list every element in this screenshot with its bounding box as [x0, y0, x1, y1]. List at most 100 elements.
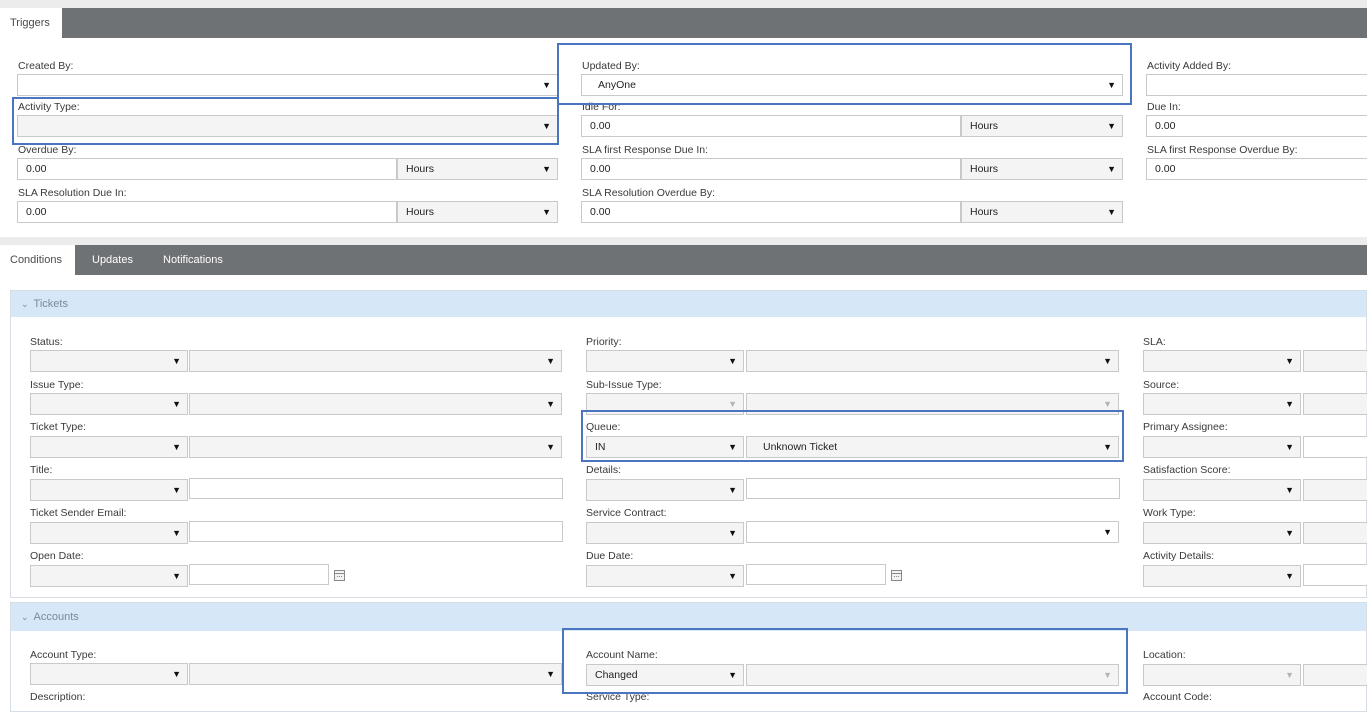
calendar-icon[interactable] [334, 570, 345, 581]
service-contract-value-select[interactable]: ▼ [746, 521, 1119, 543]
due-date-input[interactable] [746, 564, 886, 585]
overdue-by-input[interactable]: 0.00 [17, 158, 397, 180]
primary-assignee-operator-select[interactable]: ▼ [1143, 436, 1301, 458]
location-value-select[interactable] [1303, 664, 1367, 686]
tickets-section-title: Tickets [33, 298, 68, 310]
title-input[interactable] [189, 478, 563, 499]
title-label: Title: [30, 464, 53, 476]
location-label: Location: [1143, 649, 1186, 661]
details-input[interactable] [746, 478, 1120, 499]
priority-value-select[interactable]: ▼ [746, 350, 1119, 372]
sla-first-response-due-in-input[interactable]: 0.00 [581, 158, 961, 180]
ticket-sender-email-input[interactable] [189, 521, 563, 542]
account-type-value-select[interactable]: ▼ [189, 663, 562, 685]
chevron-down-icon: ▼ [728, 356, 737, 366]
open-date-operator-select[interactable]: ▼ [30, 565, 188, 587]
primary-assignee-value-select[interactable] [1303, 436, 1367, 458]
satisfaction-score-value-select[interactable] [1303, 479, 1367, 501]
status-value-select[interactable]: ▼ [189, 350, 562, 372]
chevron-down-icon: ▼ [546, 399, 555, 409]
sla-resolution-due-in-input[interactable]: 0.00 [17, 201, 397, 223]
chevron-down-icon: ▼ [1107, 164, 1116, 174]
due-date-label: Due Date: [586, 550, 634, 562]
chevron-down-icon: ▼ [728, 399, 737, 409]
updated-by-select[interactable]: AnyOne ▼ [581, 74, 1123, 96]
account-type-operator-select[interactable]: ▼ [30, 663, 188, 685]
status-operator-select[interactable]: ▼ [30, 350, 188, 372]
account-type-label: Account Type: [30, 649, 97, 661]
queue-value-select[interactable]: Unknown Ticket ▼ [746, 436, 1119, 458]
activity-type-select[interactable]: ▼ [17, 115, 558, 137]
open-date-input[interactable] [189, 564, 329, 585]
created-by-select[interactable]: ▼ [17, 74, 558, 96]
tab-conditions[interactable]: Conditions [0, 245, 75, 275]
source-value-select[interactable] [1303, 393, 1367, 415]
chevron-down-icon: ▼ [1107, 121, 1116, 131]
sub-issue-type-value-select[interactable]: ▼ [746, 393, 1119, 415]
issue-type-value-select[interactable]: ▼ [189, 393, 562, 415]
conditions-tabbar: Conditions Updates Notifications [0, 245, 1367, 275]
work-type-label: Work Type: [1143, 507, 1196, 519]
sla-resolution-overdue-by-unit-select[interactable]: Hours ▼ [961, 201, 1123, 223]
details-label: Details: [586, 464, 622, 476]
activity-details-input[interactable] [1303, 564, 1367, 586]
queue-operator-select[interactable]: IN ▼ [586, 436, 744, 458]
sla-resolution-overdue-by-input[interactable]: 0.00 [581, 201, 961, 223]
chevron-down-icon: ▼ [172, 528, 181, 538]
chevron-down-icon: ▼ [172, 571, 181, 581]
queue-label: Queue: [586, 421, 621, 433]
due-in-input[interactable]: 0.00 [1146, 115, 1367, 137]
ticket-sender-email-operator-select[interactable]: ▼ [30, 522, 188, 544]
account-name-operator-select[interactable]: Changed ▼ [586, 664, 744, 686]
tab-updates[interactable]: Updates [92, 245, 133, 275]
due-in-label: Due In: [1147, 101, 1181, 113]
sla-first-response-overdue-by-input[interactable]: 0.00 [1146, 158, 1367, 180]
chevron-down-icon: ▼ [728, 528, 737, 538]
priority-operator-select[interactable]: ▼ [586, 350, 744, 372]
ticket-type-operator-select[interactable]: ▼ [30, 436, 188, 458]
sla-resolution-overdue-by-label: SLA Resolution Overdue By: [582, 187, 716, 199]
satisfaction-score-operator-select[interactable]: ▼ [1143, 479, 1301, 501]
chevron-down-icon: ▼ [1285, 571, 1294, 581]
details-operator-select[interactable]: ▼ [586, 479, 744, 501]
accounts-section-header[interactable]: ⌄ Accounts [11, 603, 1366, 631]
sla-operator-select[interactable]: ▼ [1143, 350, 1301, 372]
issue-type-operator-select[interactable]: ▼ [30, 393, 188, 415]
tab-notifications[interactable]: Notifications [163, 245, 223, 275]
activity-details-operator-select[interactable]: ▼ [1143, 565, 1301, 587]
tickets-section-header[interactable]: ⌄ Tickets [11, 291, 1366, 317]
chevron-down-icon: ▼ [172, 485, 181, 495]
service-type-label: Service Type: [586, 691, 650, 703]
work-type-value-select[interactable] [1303, 522, 1367, 544]
sla-resolution-due-in-label: SLA Resolution Due In: [18, 187, 127, 199]
sla-value-select[interactable] [1303, 350, 1367, 372]
chevron-down-icon: ▼ [728, 670, 737, 680]
sla-resolution-overdue-by-unit: Hours [970, 206, 999, 218]
activity-added-by-label: Activity Added By: [1147, 60, 1232, 72]
calendar-icon[interactable] [891, 570, 902, 581]
location-operator-select[interactable]: ▼ [1143, 664, 1301, 686]
activity-added-by-select[interactable] [1146, 74, 1367, 96]
idle-for-input[interactable]: 0.00 [581, 115, 961, 137]
work-type-operator-select[interactable]: ▼ [1143, 522, 1301, 544]
chevron-down-icon: ▼ [542, 121, 551, 131]
sla-resolution-due-in-unit-select[interactable]: Hours ▼ [397, 201, 558, 223]
idle-for-unit-select[interactable]: Hours ▼ [961, 115, 1123, 137]
chevron-down-icon: ▼ [172, 356, 181, 366]
open-date-label: Open Date: [30, 550, 84, 562]
account-name-value-select[interactable]: ▼ [746, 664, 1119, 686]
ticket-type-label: Ticket Type: [30, 421, 87, 433]
service-contract-label: Service Contract: [586, 507, 667, 519]
sla-first-response-due-in-unit-select[interactable]: Hours ▼ [961, 158, 1123, 180]
ticket-type-value-select[interactable]: ▼ [189, 436, 562, 458]
chevron-down-icon: ▼ [172, 399, 181, 409]
chevron-down-icon: ▼ [546, 356, 555, 366]
tab-triggers[interactable]: Triggers [0, 8, 62, 38]
issue-type-label: Issue Type: [30, 379, 84, 391]
due-date-operator-select[interactable]: ▼ [586, 565, 744, 587]
service-contract-operator-select[interactable]: ▼ [586, 522, 744, 544]
source-operator-select[interactable]: ▼ [1143, 393, 1301, 415]
sub-issue-type-operator-select[interactable]: ▼ [586, 393, 744, 415]
overdue-by-unit-select[interactable]: Hours ▼ [397, 158, 558, 180]
title-operator-select[interactable]: ▼ [30, 479, 188, 501]
